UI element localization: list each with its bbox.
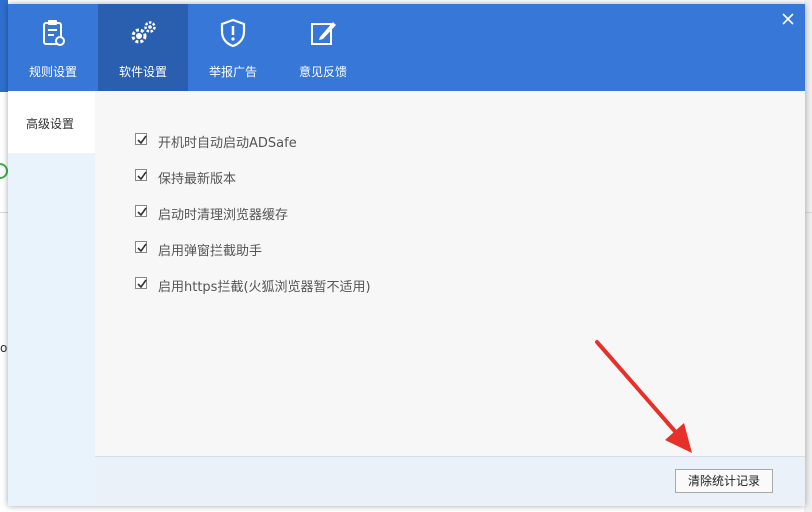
background-divider-right <box>804 212 812 213</box>
check-icon <box>137 171 147 181</box>
checkbox[interactable] <box>135 133 147 145</box>
background-window-edge <box>804 0 812 512</box>
tab-label: 规则设置 <box>28 65 77 79</box>
option-label: 启用弹窗拦截助手 <box>158 244 263 259</box>
tab-software-settings[interactable]: 软件设置 <box>98 4 188 91</box>
sidebar: 高级设置 <box>8 91 95 506</box>
option-label: 启用https拦截(火狐浏览器暂不适用) <box>158 280 371 295</box>
tab-feedback[interactable]: 意见反馈 <box>278 4 368 91</box>
settings-dialog: 规则设置 软件设置 举报广告 意见反馈 高级设置 开机时自动启动ADSafe 保… <box>8 4 805 506</box>
tab-label: 意见反馈 <box>298 65 347 79</box>
close-icon[interactable] <box>780 11 796 27</box>
dialog-footer: 清除统计记录 <box>95 456 805 506</box>
settings-panel: 开机时自动启动ADSafe 保持最新版本 启动时清理浏览器缓存 启用弹窗拦截助手… <box>95 91 805 456</box>
option-label: 开机时自动启动ADSafe <box>158 136 297 151</box>
clipboard-icon <box>43 20 65 46</box>
tab-label: 软件设置 <box>118 65 167 79</box>
tab-bar: 规则设置 软件设置 举报广告 意见反馈 <box>8 4 805 91</box>
background-window-header <box>0 0 8 92</box>
option-label: 保持最新版本 <box>158 172 237 187</box>
option-label: 启动时清理浏览器缓存 <box>158 208 289 223</box>
edit-icon <box>311 22 336 45</box>
gears-icon <box>131 21 156 44</box>
tab-rules-settings[interactable]: 规则设置 <box>8 4 98 91</box>
sidebar-item-label: 高级设置 <box>26 117 75 131</box>
check-icon <box>137 279 147 289</box>
checkbox[interactable] <box>135 277 147 289</box>
check-icon <box>137 243 147 253</box>
background-status-icon <box>0 163 8 179</box>
checkbox[interactable] <box>135 169 147 181</box>
check-icon <box>137 207 147 217</box>
check-icon <box>137 135 147 145</box>
background-text: o <box>0 341 8 355</box>
tab-label: 举报广告 <box>208 65 257 79</box>
checkbox[interactable] <box>135 241 147 253</box>
background-divider <box>0 212 8 213</box>
tab-report-ads[interactable]: 举报广告 <box>188 4 278 91</box>
shield-alert-icon <box>220 18 246 48</box>
clear-stats-button[interactable]: 清除统计记录 <box>675 469 773 493</box>
checkbox[interactable] <box>135 205 147 217</box>
sidebar-item-advanced-settings[interactable]: 高级设置 <box>8 91 95 153</box>
